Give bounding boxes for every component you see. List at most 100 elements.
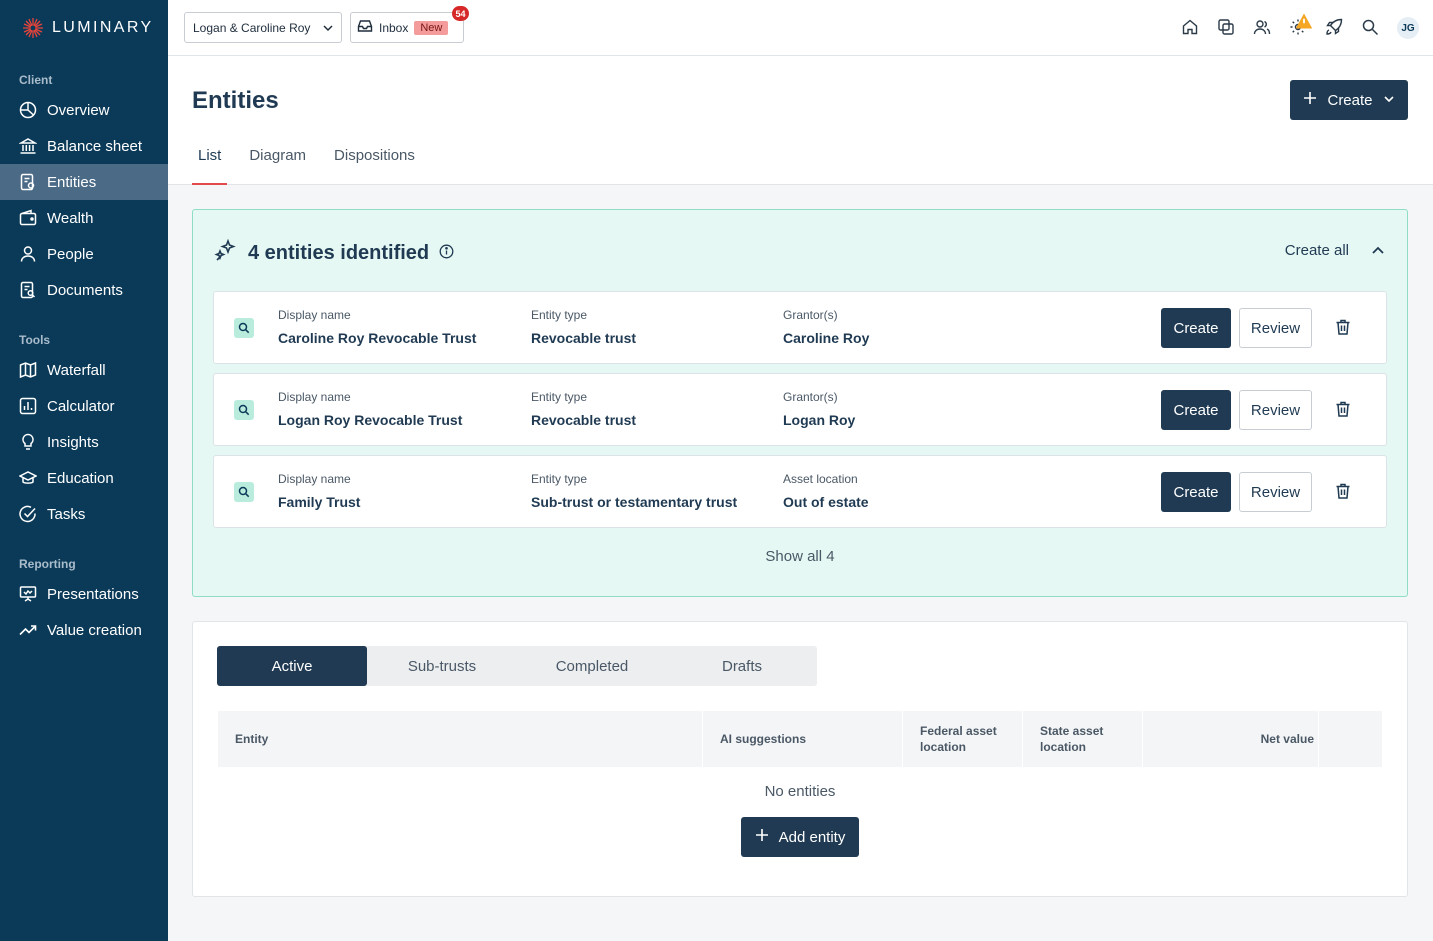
empty-state-text: No entities (764, 783, 836, 800)
suggested-entity-card: Display name Logan Roy Revocable Trust E… (213, 373, 1387, 446)
trash-icon[interactable] (1334, 400, 1352, 423)
search-icon (234, 400, 254, 420)
sidebar-item-entities[interactable]: Entities (0, 164, 168, 200)
create-dropdown-button[interactable]: Create (1290, 80, 1408, 120)
field-label: Entity type (531, 308, 588, 322)
field-label: Display name (278, 390, 351, 404)
review-entity-button[interactable]: Review (1239, 472, 1312, 512)
avatar[interactable]: JG (1397, 17, 1419, 39)
sidebar: LUMINARY Client Overview Balance sheet E… (0, 0, 168, 941)
segment-drafts[interactable]: Drafts (667, 646, 817, 686)
field-label: Asset location (783, 472, 858, 486)
review-entity-button[interactable]: Review (1239, 390, 1312, 430)
tab-diagram[interactable]: Diagram (243, 144, 312, 185)
ai-panel-header: 4 entities identified (214, 238, 454, 268)
chevron-down-icon (1383, 92, 1395, 109)
inbox-label: Inbox (379, 20, 409, 35)
entity-type-field: Entity type Revocable trust (531, 308, 636, 346)
nav-section-reporting: Reporting (19, 557, 76, 571)
info-icon[interactable] (439, 242, 454, 265)
entity-display-name-field: Display name Family Trust (278, 472, 360, 510)
sidebar-item-label: Balance sheet (47, 137, 143, 155)
sidebar-item-label: Education (47, 469, 114, 487)
inbox-button[interactable]: Inbox New 54 (350, 6, 469, 43)
sidebar-item-label: Overview (47, 101, 110, 119)
trash-icon[interactable] (1334, 482, 1352, 505)
show-all-link[interactable]: Show all 4 (193, 548, 1407, 565)
sidebar-item-label: Waterfall (47, 361, 106, 379)
review-entity-button[interactable]: Review (1239, 308, 1312, 348)
sidebar-item-calculator[interactable]: Calculator (0, 388, 168, 424)
trash-icon[interactable] (1334, 318, 1352, 341)
suggested-entity-card: Display name Caroline Roy Revocable Trus… (213, 291, 1387, 364)
plus-icon (1303, 91, 1317, 109)
luminary-logo[interactable]: LUMINARY (22, 17, 154, 39)
entity-status-segmented-control: Active Sub-trusts Completed Drafts (217, 646, 817, 686)
sidebar-item-label: People (47, 245, 94, 263)
field-value: Caroline Roy Revocable Trust (278, 330, 477, 346)
tab-list[interactable]: List (192, 144, 228, 185)
column-header-entity[interactable]: Entity (218, 711, 703, 767)
search-icon (234, 482, 254, 502)
sidebar-item-label: Calculator (47, 397, 115, 415)
entity-display-name-field: Display name Logan Roy Revocable Trust (278, 390, 462, 428)
rocket-icon[interactable] (1325, 18, 1345, 38)
copy-icon[interactable] (1217, 18, 1237, 38)
search-icon (234, 318, 254, 338)
table-header: Entity AI suggestions Federal asset loca… (218, 711, 1382, 767)
presentation-icon (19, 585, 37, 603)
client-selector[interactable]: Logan & Caroline Roy (184, 12, 342, 43)
client-name: Logan & Caroline Roy (193, 20, 311, 35)
settings-warning-icon[interactable] (1289, 13, 1313, 38)
sidebar-item-label: Insights (47, 433, 99, 451)
field-label: Entity type (531, 390, 588, 404)
entity-type-field: Entity type Sub-trust or testamentary tr… (531, 472, 737, 510)
create-label: Create (1327, 91, 1373, 109)
page-tabs: List Diagram Dispositions (192, 144, 437, 185)
chevron-up-icon[interactable] (1371, 243, 1385, 262)
tab-dispositions[interactable]: Dispositions (328, 144, 421, 185)
column-header-federal-asset-location[interactable]: Federal asset location (903, 711, 1023, 767)
sidebar-item-wealth[interactable]: Wealth (0, 200, 168, 236)
field-label: Display name (278, 472, 351, 486)
sidebar-item-tasks[interactable]: Tasks (0, 496, 168, 532)
entity-asset-location-field: Asset location Out of estate (783, 472, 869, 510)
sidebar-item-label: Presentations (47, 585, 139, 603)
top-bar: Logan & Caroline Roy Inbox New 54 JG (168, 0, 1433, 56)
column-header-net-value[interactable]: Net value (1143, 711, 1319, 767)
sidebar-item-overview[interactable]: Overview (0, 92, 168, 128)
sidebar-item-value-creation[interactable]: Value creation (0, 612, 168, 648)
users-icon[interactable] (1253, 18, 1273, 38)
sidebar-item-presentations[interactable]: Presentations (0, 576, 168, 612)
create-entity-button[interactable]: Create (1161, 390, 1231, 430)
create-entity-button[interactable]: Create (1161, 308, 1231, 348)
sidebar-item-balance-sheet[interactable]: Balance sheet (0, 128, 168, 164)
search-icon[interactable] (1361, 18, 1381, 38)
plus-icon (755, 828, 769, 846)
entities-table-panel: Active Sub-trusts Completed Drafts Entit… (192, 621, 1408, 897)
sidebar-item-documents[interactable]: Documents (0, 272, 168, 308)
inbox-count-badge: 54 (452, 6, 469, 21)
bar-chart-icon (19, 397, 37, 415)
wallet-icon (19, 209, 37, 227)
sidebar-item-education[interactable]: Education (0, 460, 168, 496)
check-circle-icon (19, 505, 37, 523)
sidebar-item-insights[interactable]: Insights (0, 424, 168, 460)
create-entity-button[interactable]: Create (1161, 472, 1231, 512)
entity-type-field: Entity type Revocable trust (531, 390, 636, 428)
sparkle-icon (214, 238, 238, 268)
create-all-button[interactable]: Create all (1285, 242, 1349, 259)
page-title: Entities (192, 87, 279, 114)
entity-document-icon (19, 173, 37, 191)
sidebar-item-waterfall[interactable]: Waterfall (0, 352, 168, 388)
add-entity-button[interactable]: Add entity (741, 817, 859, 857)
column-header-state-asset-location[interactable]: State asset location (1023, 711, 1143, 767)
nav-section-tools: Tools (19, 333, 51, 347)
segment-sub-trusts[interactable]: Sub-trusts (367, 646, 517, 686)
sidebar-item-people[interactable]: People (0, 236, 168, 272)
column-header-ai-suggestions[interactable]: AI suggestions (703, 711, 903, 767)
segment-active[interactable]: Active (217, 646, 367, 686)
home-icon[interactable] (1181, 18, 1201, 38)
nav-section-client: Client (19, 73, 53, 87)
segment-completed[interactable]: Completed (517, 646, 667, 686)
